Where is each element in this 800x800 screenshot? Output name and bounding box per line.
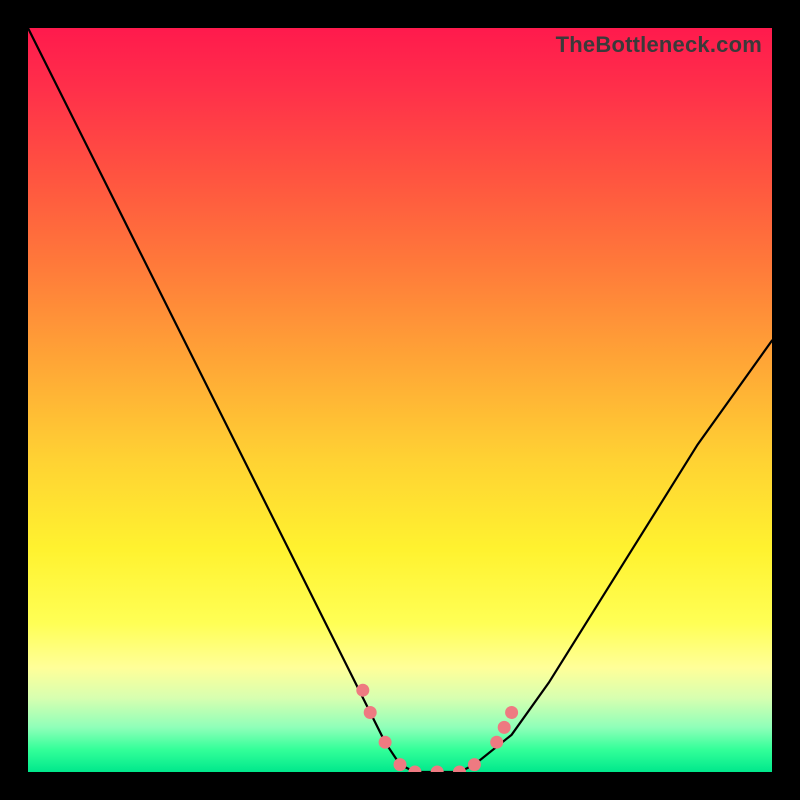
curve-marker bbox=[356, 684, 369, 697]
curve-marker bbox=[453, 766, 466, 773]
watermark-text: TheBottleneck.com bbox=[556, 32, 762, 58]
curve-marker bbox=[394, 758, 407, 771]
curve-marker bbox=[408, 766, 421, 773]
chart-svg bbox=[28, 28, 772, 772]
chart-frame: TheBottleneck.com bbox=[0, 0, 800, 800]
curve-marker bbox=[364, 706, 377, 719]
curve-marker bbox=[498, 721, 511, 734]
curve-marker bbox=[490, 736, 503, 749]
curve-marker bbox=[379, 736, 392, 749]
curve-marker bbox=[431, 766, 444, 773]
curve-marker bbox=[468, 758, 481, 771]
curve-markers bbox=[356, 684, 518, 772]
plot-area: TheBottleneck.com bbox=[28, 28, 772, 772]
bottleneck-curve bbox=[28, 28, 772, 772]
curve-marker bbox=[505, 706, 518, 719]
